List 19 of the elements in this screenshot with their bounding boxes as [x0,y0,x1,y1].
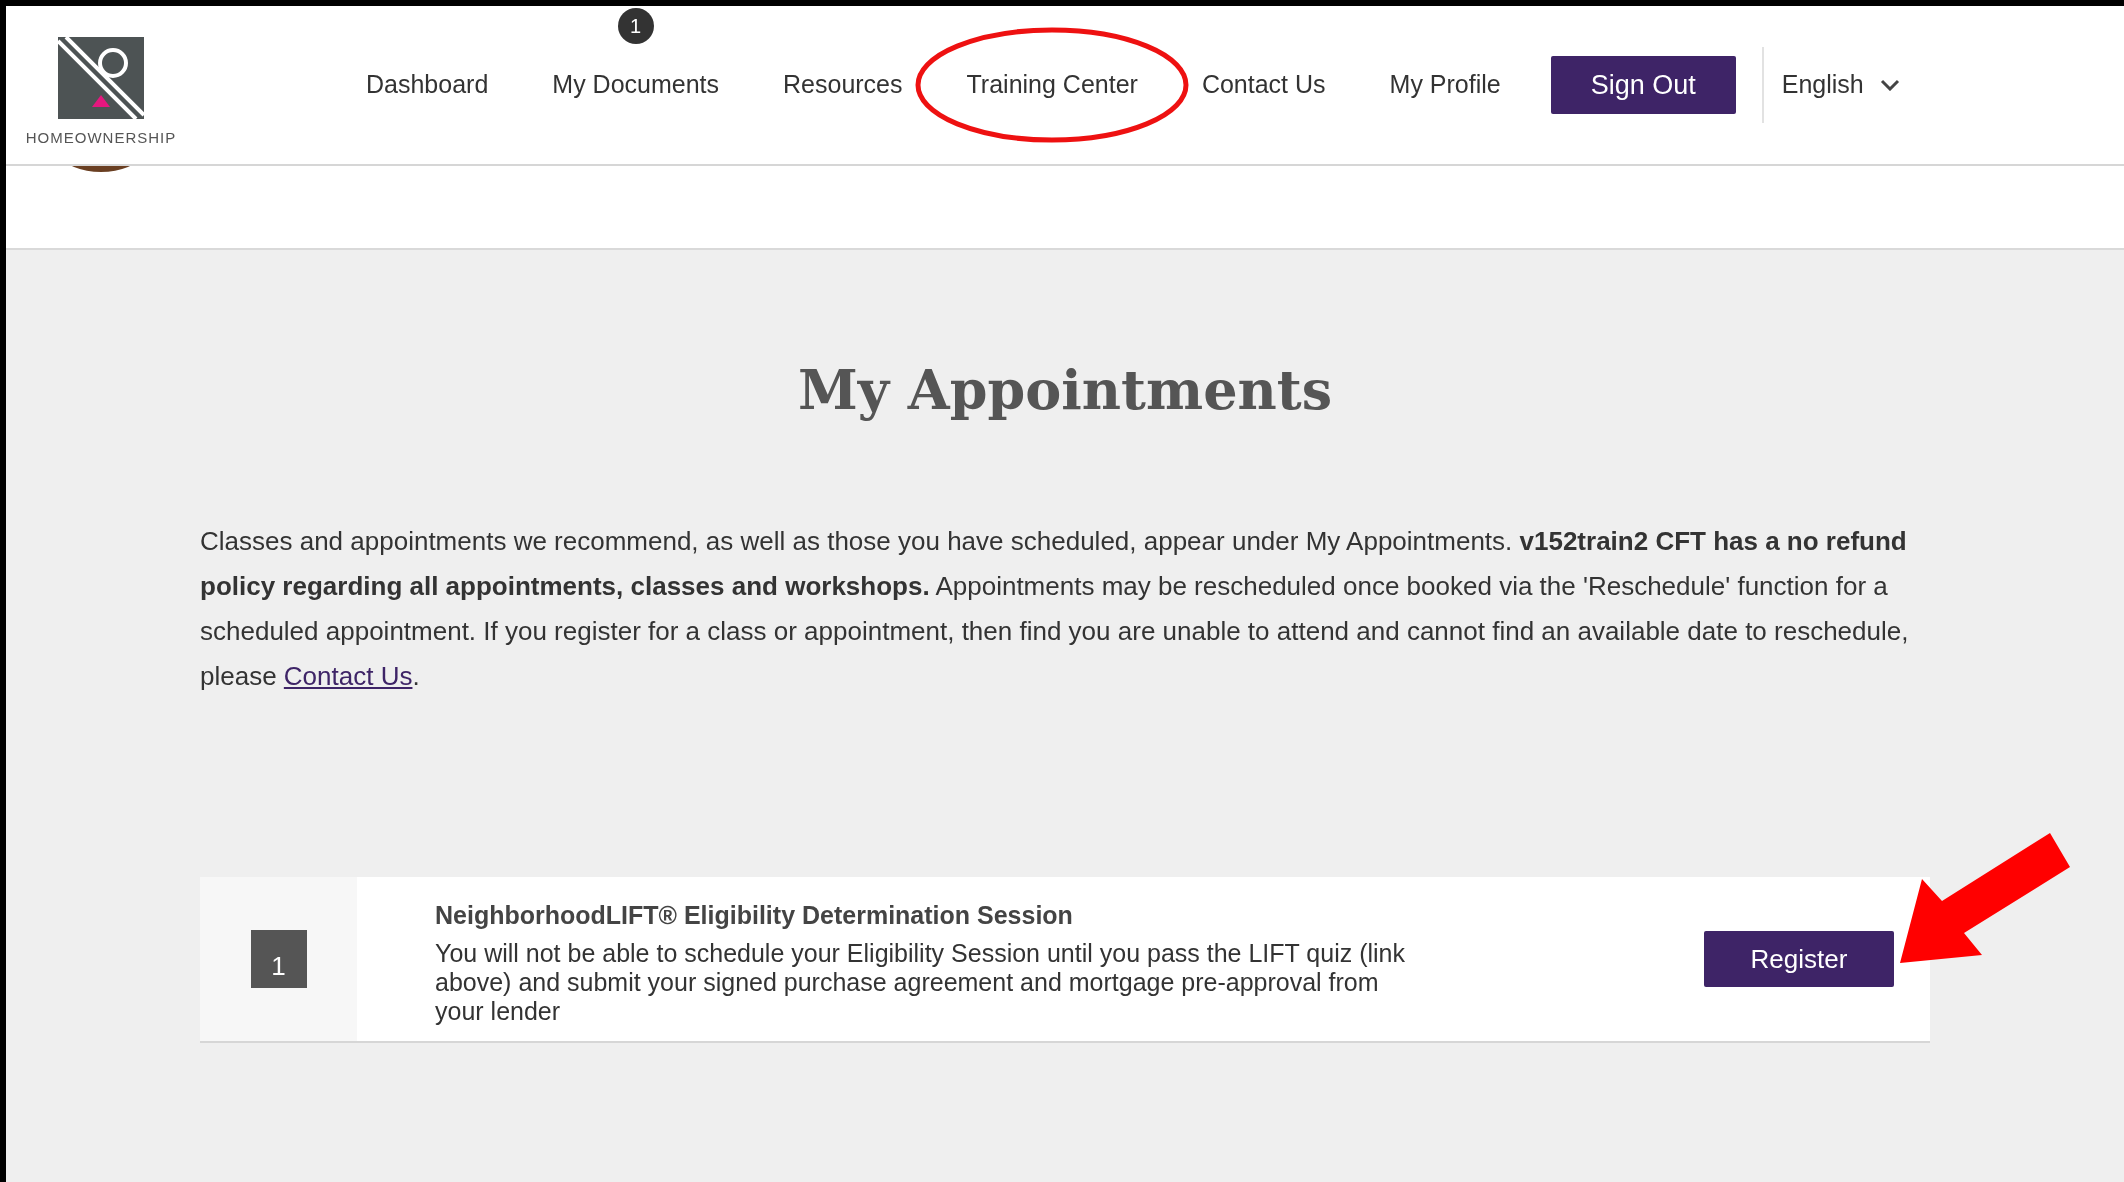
nav-link[interactable]: Training Center [966,70,1138,99]
register-button[interactable]: Register [1704,931,1894,987]
appointment-title: NeighborhoodLIFT® Eligibility Determination Session [435,900,1074,931]
nav-link[interactable]: My Documents [552,70,720,99]
chevron-down-icon [1879,79,1900,91]
appointment-description: You will not be able to schedule your Eligibility Session until you pass the LIFT quiz (link above) and submit your signed purchase agreement and mortgage pre-approval from your lender [435,938,1406,1026]
nav-link[interactable]: Dashboard [366,70,489,99]
logo-text: HOMEOWNERSHIP [25,127,177,148]
nav-link[interactable]: Resources [783,70,903,99]
nav-link[interactable]: Contact Us [1201,70,1326,99]
language-dropdown[interactable]: English [1781,66,1900,104]
contact-us-link[interactable]: Contact Us [283,661,413,691]
notification-badge: 1 [617,8,654,45]
sign-out-button[interactable]: Sign Out [1550,56,1736,114]
calendar-icon: 1 [250,930,307,988]
nav-link[interactable]: My Profile [1389,70,1501,99]
page-title: My Appointments [796,357,1334,424]
logo-icon [58,36,144,119]
intro-paragraph: Classes and appointments we recommend, as well as those you have scheduled, appear under My Appointments. v152train2 CFT has a no refund policy regarding all appointments, classes and workshops. Appointments may be rescheduled once booked via the 'Reschedule' function for a scheduled appointment. If you register for a class or appointment, then find you are unable to attend and cannot find an available date to reschedule, please Contact Us. [200,525,1910,693]
